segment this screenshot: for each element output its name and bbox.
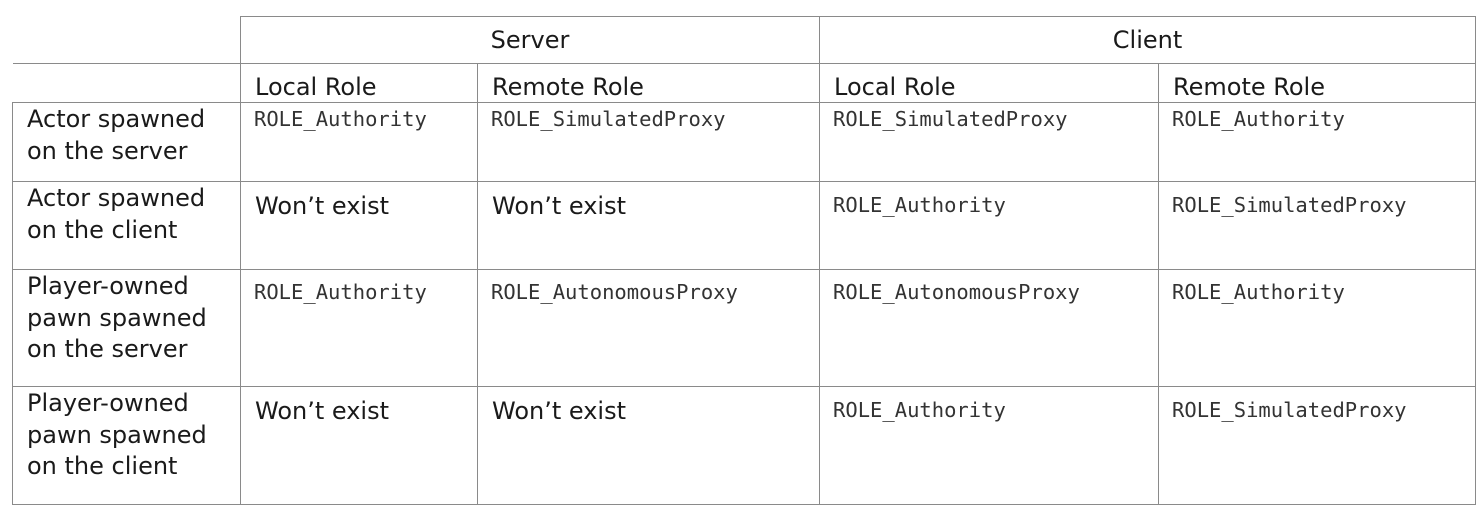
row-label-line: on the client [27,215,178,244]
header-server-local-role: Local Role [240,63,478,103]
row-label-line: on the server [27,335,188,363]
cell-client-local: ROLE_AutonomousProxy [819,269,1160,387]
cell-client-local: ROLE_SimulatedProxy [819,102,1160,182]
table-row: Player-owned pawn spawned on the client Wo… [12,386,1477,505]
header-client: Client [819,16,1477,64]
row-label: Actor spawned on the server [12,102,241,182]
cell-server-remote: Won’t exist [476,386,821,505]
cell-client-local: ROLE_Authority [819,386,1160,505]
cell-server-remote: ROLE_SimulatedProxy [476,102,821,182]
table-row: Actor spawned on the server ROLE_Authorit… [12,102,1477,182]
table-row: Player-owned pawn spawned on the server RO… [12,269,1477,387]
cell-client-remote: ROLE_SimulatedProxy [1158,386,1477,505]
cell-client-remote: ROLE_SimulatedProxy [1158,181,1477,270]
header-client-local-role: Local Role [819,63,1160,103]
cell-client-remote: ROLE_Authority [1158,269,1477,387]
row-label-line: Player-owned [27,272,189,300]
cell-server-remote: Won’t exist [476,181,821,270]
table-corner [12,16,241,64]
cell-server-local: Won’t exist [240,386,478,505]
row-label-line: pawn spawned [27,303,207,332]
cell-client-local: ROLE_Authority [819,181,1160,270]
row-label-line: pawn spawned [27,420,207,449]
header-client-remote-role: Remote Role [1158,63,1477,103]
row-label-line: Player-owned [27,389,189,417]
header-server-remote-role: Remote Role [476,63,821,103]
cell-server-local: Won’t exist [240,181,478,270]
row-label-line: on the server [27,136,188,165]
cell-client-remote: ROLE_Authority [1158,102,1477,182]
row-label-line: on the client [27,452,178,480]
network-roles-table: Server Client Local Role Remote Role Loc… [12,16,1477,505]
cell-server-remote: ROLE_AutonomousProxy [476,269,821,387]
row-label-line: Actor spawned [27,105,206,133]
cell-server-local: ROLE_Authority [240,269,478,387]
row-label-line: Actor spawned [27,184,206,212]
header-server: Server [239,16,821,64]
row-label: Actor spawned on the client [12,181,241,270]
row-label: Player-owned pawn spawned on the server [12,269,241,387]
row-label: Player-owned pawn spawned on the client [12,386,241,505]
table-row: Actor spawned on the client Won’t exist W… [12,181,1477,270]
table-corner-lower [12,63,241,103]
cell-server-local: ROLE_Authority [240,102,478,182]
